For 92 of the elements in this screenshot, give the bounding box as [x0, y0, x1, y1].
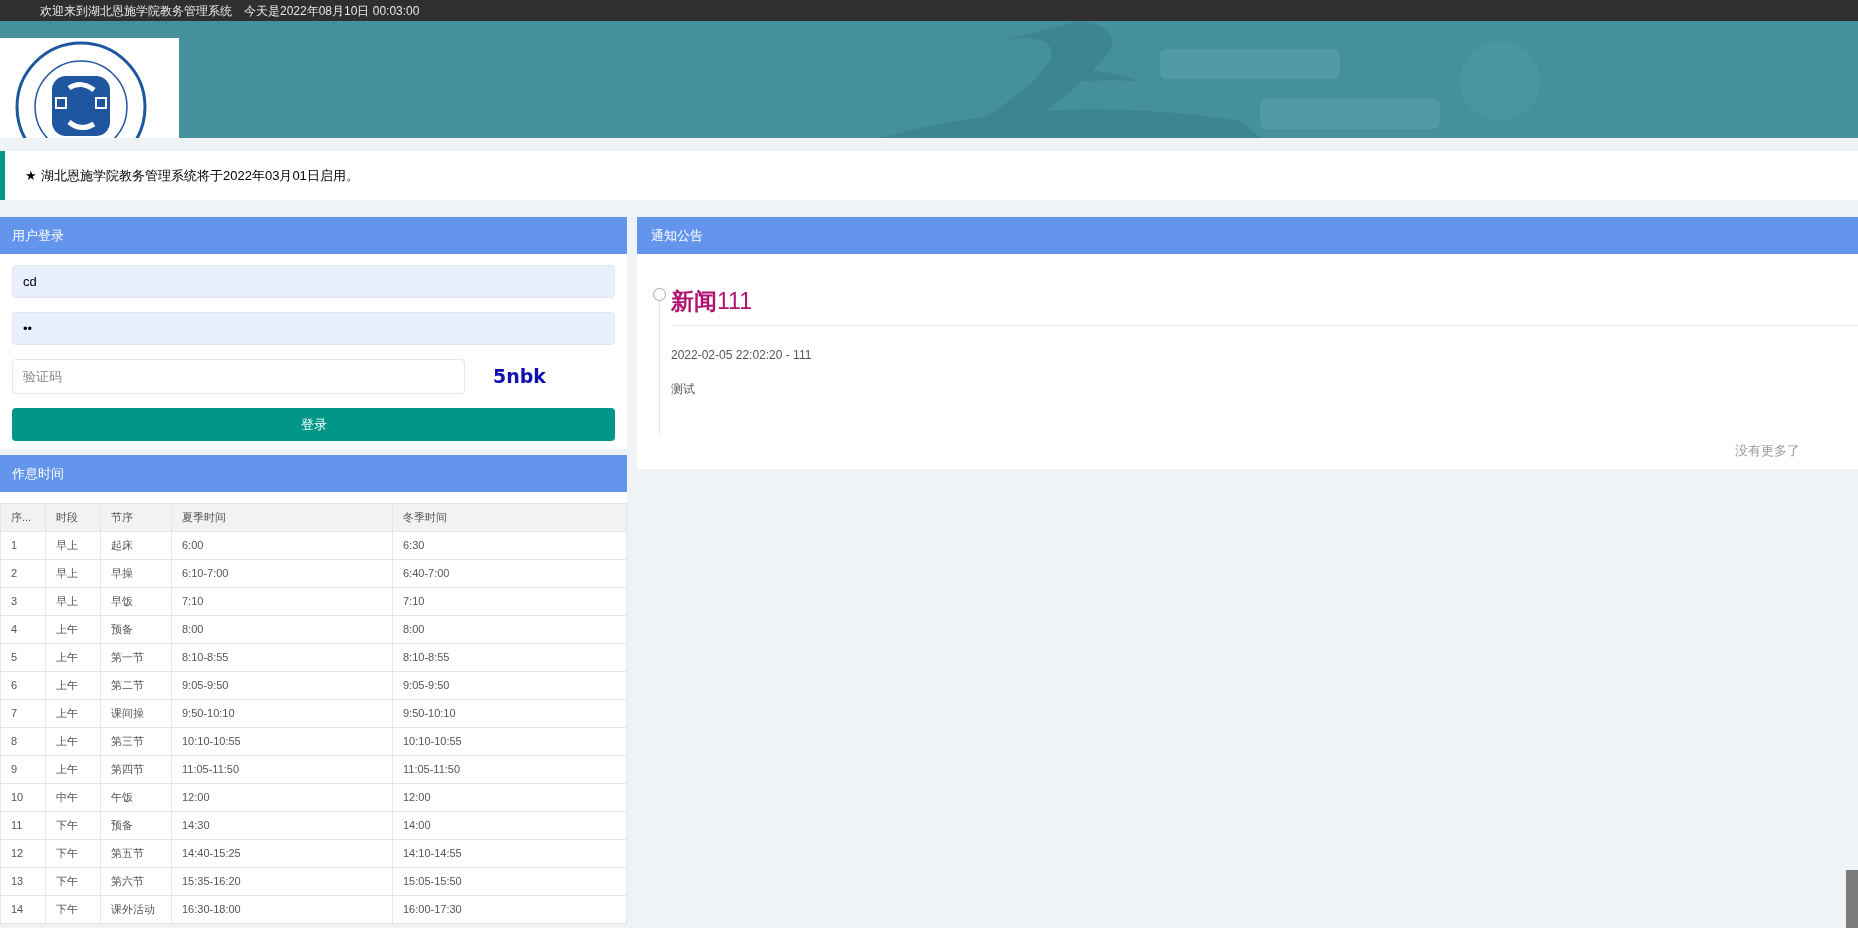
table-cell: 14: [0, 895, 46, 924]
table-cell: 上午: [45, 615, 101, 644]
table-cell: 第五节: [100, 839, 172, 868]
table-cell: 第三节: [100, 727, 172, 756]
table-cell: 8:00: [392, 615, 627, 644]
date-text: 今天是2022年08月10日 00:03:00: [244, 2, 420, 20]
table-cell: 课外活动: [100, 895, 172, 924]
table-cell: 2: [0, 559, 46, 588]
table-cell: 预备: [100, 811, 172, 840]
table-cell: 早操: [100, 559, 172, 588]
table-cell: 起床: [100, 531, 172, 560]
table-cell: 上午: [45, 755, 101, 784]
table-cell: 8:00: [171, 615, 393, 644]
table-cell: 10: [0, 783, 46, 812]
panel-title: 作息时间: [12, 464, 64, 483]
table-cell: 6: [0, 671, 46, 700]
table-cell: 上午: [45, 699, 101, 728]
table-cell: 11:05-11:50: [171, 755, 393, 784]
table-cell: 12: [0, 839, 46, 868]
table-cell: 课间操: [100, 699, 172, 728]
table-cell: 下午: [45, 867, 101, 896]
table-cell: 7:10: [171, 587, 393, 616]
table-cell: 6:40-7:00: [392, 559, 627, 588]
username-field[interactable]: cd: [12, 265, 615, 298]
notice-text: 湖北恩施学院教务管理系统将于2022年03月01日启用。: [41, 166, 359, 185]
table-cell: 11:05-11:50: [392, 755, 627, 784]
star-icon: ★: [25, 165, 37, 186]
table-cell: 早饭: [100, 587, 172, 616]
welcome-text: 欢迎来到湖北恩施学院教务管理系统: [40, 2, 232, 20]
table-cell: 预备: [100, 615, 172, 644]
scrollbar-thumb: [1846, 870, 1858, 928]
news-title[interactable]: 新闻111: [671, 284, 1858, 326]
column-header: 冬季时间: [392, 503, 627, 532]
table-cell: 6:00: [171, 531, 393, 560]
table-cell: 6:30: [392, 531, 627, 560]
table-cell: 16:30-18:00: [171, 895, 393, 924]
table-cell: 6:10-7:00: [171, 559, 393, 588]
table-cell: 第一节: [100, 643, 172, 672]
table-cell: 下午: [45, 839, 101, 868]
table-cell: 15:05-15:50: [392, 867, 627, 896]
panel-title: 用户登录: [12, 226, 64, 245]
table-cell: 9:05-9:50: [392, 671, 627, 700]
column-header: 节序: [100, 503, 172, 532]
column-header: 夏季时间: [171, 503, 393, 532]
table-cell: 中午: [45, 783, 101, 812]
table-cell: 9:50-10:10: [392, 699, 627, 728]
table-cell: 12:00: [392, 783, 627, 812]
table-cell: 下午: [45, 811, 101, 840]
column-header: 序...: [0, 503, 46, 532]
table-cell: 4: [0, 615, 46, 644]
table-cell: 16:00-17:30: [392, 895, 627, 924]
table-cell: 上午: [45, 671, 101, 700]
table-cell: 8: [0, 727, 46, 756]
table-cell: 10:10-10:55: [171, 727, 393, 756]
table-cell: 上午: [45, 727, 101, 756]
table-cell: 12:00: [171, 783, 393, 812]
table-cell: 7: [0, 699, 46, 728]
table-cell: 9: [0, 755, 46, 784]
table-cell: 第二节: [100, 671, 172, 700]
password-field[interactable]: ••: [12, 312, 615, 345]
table-cell: 7:10: [392, 587, 627, 616]
table-cell: 11: [0, 811, 46, 840]
table-cell: 14:30: [171, 811, 393, 840]
table-cell: 10:10-10:55: [392, 727, 627, 756]
table-cell: 早上: [45, 587, 101, 616]
table-cell: 8:10-8:55: [392, 643, 627, 672]
table-cell: 15:35-16:20: [171, 867, 393, 896]
captcha-field[interactable]: 验证码: [12, 359, 465, 394]
table-cell: 8:10-8:55: [171, 643, 393, 672]
table-cell: 5: [0, 643, 46, 672]
table-cell: 9:50-10:10: [171, 699, 393, 728]
table-cell: 13: [0, 867, 46, 896]
table-cell: 第六节: [100, 867, 172, 896]
table-cell: 1: [0, 531, 46, 560]
table-cell: 早上: [45, 531, 101, 560]
table-cell: 第四节: [100, 755, 172, 784]
table-cell: 14:40-15:25: [171, 839, 393, 868]
login-button[interactable]: 登录: [12, 408, 615, 441]
table-cell: 下午: [45, 895, 101, 924]
news-meta: 2022-02-05 22:02:20 - 111: [671, 346, 813, 364]
table-cell: 午饭: [100, 783, 172, 812]
column-header: 时段: [45, 503, 101, 532]
table-cell: 14:00: [392, 811, 627, 840]
table-cell: 3: [0, 587, 46, 616]
no-more-text: 没有更多了: [1735, 441, 1800, 460]
news-body: 测试: [671, 380, 696, 398]
panel-title: 通知公告: [651, 226, 703, 245]
table-cell: 早上: [45, 559, 101, 588]
captcha-image[interactable]: 5nbk: [493, 362, 546, 391]
table-cell: 14:10-14:55: [392, 839, 627, 868]
table-cell: 9:05-9:50: [171, 671, 393, 700]
table-cell: 上午: [45, 643, 101, 672]
